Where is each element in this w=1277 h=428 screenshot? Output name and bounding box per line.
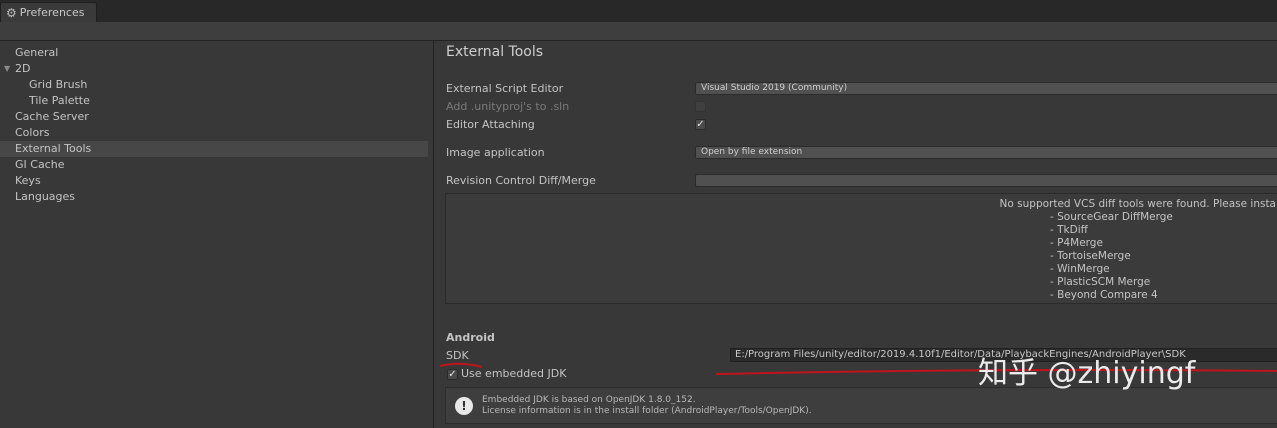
sdk-underline	[439, 362, 483, 368]
watermark: 知乎 @zhiyingf	[978, 356, 1196, 391]
